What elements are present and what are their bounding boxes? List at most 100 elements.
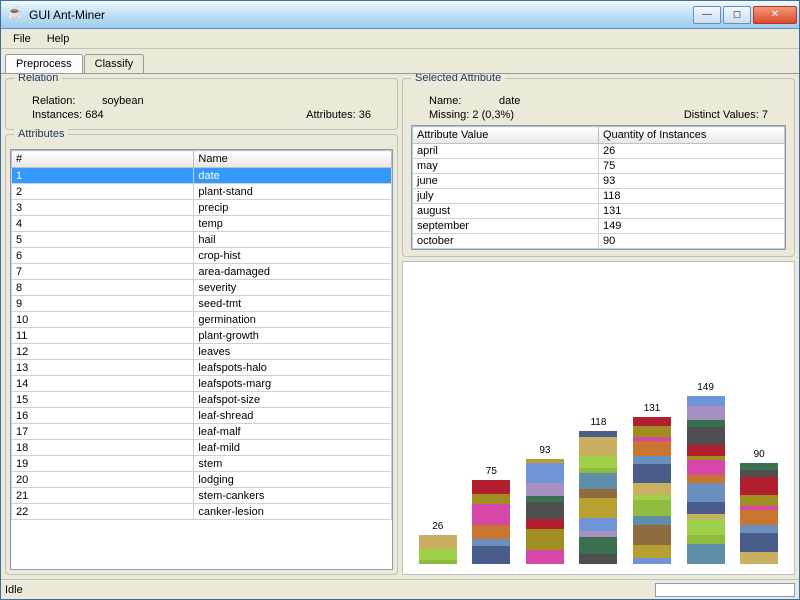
selected-title: Selected Attribute [411, 73, 505, 84]
attributes-table-scroll[interactable]: # Name 1date2plant-stand3precip4temp5hai… [10, 149, 393, 570]
selected-name-label: Name: [429, 95, 499, 107]
attr-num: 18 [12, 440, 194, 456]
table-row[interactable]: 16leaf-shread [12, 408, 392, 424]
table-row[interactable]: 22canker-lesion [12, 504, 392, 520]
attr-num: 2 [12, 184, 194, 200]
attr-num: 11 [12, 328, 194, 344]
table-row[interactable]: 19stem [12, 456, 392, 472]
table-row[interactable]: 12leaves [12, 344, 392, 360]
table-row[interactable]: 15leafspot-size [12, 392, 392, 408]
window-controls: — ◻ ✕ [693, 6, 797, 24]
relation-instances-label: Instances: [32, 109, 82, 121]
table-row[interactable]: 8severity [12, 280, 392, 296]
value-qty: 149 [599, 219, 785, 234]
attr-col-name[interactable]: Name [194, 151, 392, 168]
values-col-qty[interactable]: Quantity of Instances [599, 127, 785, 144]
attr-num: 9 [12, 296, 194, 312]
table-row[interactable]: 14leafspots-marg [12, 376, 392, 392]
table-row[interactable]: 13leafspots-halo [12, 360, 392, 376]
relation-attributes-value: 36 [359, 109, 371, 121]
selected-attribute-group: Selected Attribute Name: date Missing: 2… [402, 78, 795, 257]
value-qty: 118 [599, 189, 785, 204]
attr-num: 20 [12, 472, 194, 488]
attr-num: 13 [12, 360, 194, 376]
attr-num: 4 [12, 216, 194, 232]
bar-label: 90 [740, 449, 778, 460]
attributes-group: Attributes # Name 1date2plant-stand3prec… [5, 134, 398, 575]
attr-name: date [194, 168, 392, 184]
value-qty: 93 [599, 174, 785, 189]
relation-title: Relation [14, 73, 62, 84]
tab-preprocess[interactable]: Preprocess [5, 54, 83, 74]
value-name: august [413, 204, 599, 219]
attr-num: 12 [12, 344, 194, 360]
bar-label: 149 [687, 382, 725, 393]
table-row[interactable]: 11plant-growth [12, 328, 392, 344]
tab-classify[interactable]: Classify [84, 54, 145, 73]
table-row[interactable]: august131 [413, 204, 785, 219]
table-row[interactable]: july118 [413, 189, 785, 204]
table-row[interactable]: september149 [413, 219, 785, 234]
menu-file[interactable]: File [5, 31, 39, 47]
attr-name: leafspots-halo [194, 360, 392, 376]
table-row[interactable]: 2plant-stand [12, 184, 392, 200]
table-row[interactable]: october90 [413, 234, 785, 249]
menubar: File Help [1, 29, 799, 49]
table-row[interactable]: 10germination [12, 312, 392, 328]
bar-label: 118 [579, 417, 617, 428]
attr-num: 10 [12, 312, 194, 328]
minimize-button[interactable]: — [693, 6, 721, 24]
attr-name: canker-lesion [194, 504, 392, 520]
attr-num: 7 [12, 264, 194, 280]
attr-num: 22 [12, 504, 194, 520]
value-qty: 90 [599, 234, 785, 249]
table-row[interactable]: 9seed-tmt [12, 296, 392, 312]
table-row[interactable]: april26 [413, 144, 785, 159]
close-button[interactable]: ✕ [753, 6, 797, 24]
attr-name: leaves [194, 344, 392, 360]
relation-name-label: Relation: [32, 95, 102, 107]
attr-num: 19 [12, 456, 194, 472]
main-panel: Relation Relation: soybean Instances: 68… [1, 73, 799, 579]
attr-col-num[interactable]: # [12, 151, 194, 168]
chart-bar: 131 [633, 417, 671, 564]
values-col-value[interactable]: Attribute Value [413, 127, 599, 144]
value-name: june [413, 174, 599, 189]
table-row[interactable]: 6crop-hist [12, 248, 392, 264]
attr-num: 14 [12, 376, 194, 392]
table-row[interactable]: 20lodging [12, 472, 392, 488]
attributes-table: # Name 1date2plant-stand3precip4temp5hai… [11, 150, 392, 520]
table-row[interactable]: 17leaf-malf [12, 424, 392, 440]
table-row[interactable]: 21stem-cankers [12, 488, 392, 504]
table-row[interactable]: 3precip [12, 200, 392, 216]
attr-num: 3 [12, 200, 194, 216]
app-window: GUI Ant-Miner — ◻ ✕ File Help Preprocess… [0, 0, 800, 600]
attr-num: 8 [12, 280, 194, 296]
table-row[interactable]: june93 [413, 174, 785, 189]
chart-bar: 26 [419, 535, 457, 564]
menu-help[interactable]: Help [39, 31, 78, 47]
table-row[interactable]: 4temp [12, 216, 392, 232]
bar-label: 75 [472, 466, 510, 477]
value-name: september [413, 219, 599, 234]
chart-bar: 90 [740, 463, 778, 564]
attr-name: hail [194, 232, 392, 248]
values-table: Attribute Value Quantity of Instances ap… [412, 126, 785, 249]
table-row[interactable]: may75 [413, 159, 785, 174]
maximize-button[interactable]: ◻ [723, 6, 751, 24]
table-row[interactable]: 1date [12, 168, 392, 184]
table-row[interactable]: 18leaf-mild [12, 440, 392, 456]
attr-name: severity [194, 280, 392, 296]
attr-num: 15 [12, 392, 194, 408]
attributes-title: Attributes [14, 128, 68, 140]
status-text: Idle [5, 584, 23, 596]
table-row[interactable]: 7area-damaged [12, 264, 392, 280]
relation-group: Relation Relation: soybean Instances: 68… [5, 78, 398, 130]
chart-bar: 93 [526, 459, 564, 564]
value-name: may [413, 159, 599, 174]
attr-name: leafspots-marg [194, 376, 392, 392]
table-row[interactable]: 5hail [12, 232, 392, 248]
value-qty: 131 [599, 204, 785, 219]
attr-num: 16 [12, 408, 194, 424]
attr-name: leaf-shread [194, 408, 392, 424]
